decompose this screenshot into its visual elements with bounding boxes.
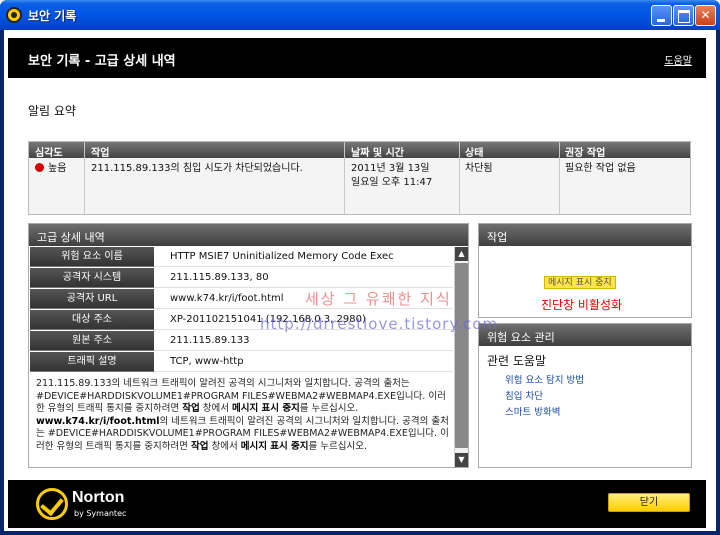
action-panel-title: 작업	[479, 224, 691, 246]
column-date-time: 날짜 및 시간	[351, 148, 404, 159]
help-link-threat-detection[interactable]: 위험 요소 탐지 방법	[505, 372, 584, 386]
detail-key: 트래픽 설명	[30, 352, 154, 372]
description-text: 창에서	[202, 403, 229, 414]
close-button[interactable]: 닫기	[608, 493, 690, 512]
title-bar[interactable]: 보안 기록 ✕	[0, 0, 720, 30]
threat-management-panel: 위험 요소 관리 관련 도움말 위험 요소 탐지 방법 침입 차단 스마트 방화…	[478, 323, 692, 468]
column-divider	[344, 142, 345, 214]
alert-table-header: 심각도 작업 날짜 및 시간 상태 권장 작업	[29, 142, 690, 159]
detail-value: HTTP MSIE7 Uninitialized Memory Code Exe…	[154, 247, 453, 267]
column-divider	[84, 142, 85, 214]
detail-key: 공격자 URL	[30, 289, 154, 309]
advanced-details-title: 고급 상세 내역	[29, 224, 468, 246]
watermark-url: http://drrestlove.tistory.com	[260, 315, 498, 333]
column-divider	[559, 142, 560, 214]
minimize-button[interactable]	[651, 5, 672, 26]
description-bold: 메시지 표시 중지	[240, 440, 309, 452]
recommended-cell: 필요한 작업 없음	[565, 163, 636, 174]
description-text: 를 누르십시오.	[308, 440, 368, 452]
advanced-details-panel: 고급 상세 내역 위험 요소 이름 HTTP MSIE7 Uninitializ…	[28, 223, 469, 468]
detail-key: 위험 요소 이름	[30, 247, 154, 267]
time-line: 일요일 오후 11:47	[351, 177, 433, 188]
alert-summary-title: 알림 요약	[28, 104, 76, 118]
scroll-up-arrow-icon[interactable]: ▲	[455, 247, 468, 261]
detail-key: 대상 주소	[30, 310, 154, 330]
detail-value: 211.115.89.133	[154, 331, 453, 351]
description-bold: 메시지 표시 중지	[232, 403, 300, 414]
alert-summary-table: 심각도 작업 날짜 및 시간 상태 권장 작업 높음 211.115.89.13…	[28, 141, 691, 215]
scroll-down-arrow-icon[interactable]: ▼	[455, 453, 468, 467]
column-divider	[459, 142, 460, 214]
column-status: 상태	[465, 148, 484, 159]
description-text: 창에서	[211, 440, 238, 452]
detail-value: TCP, www-http	[154, 352, 453, 372]
norton-checkmark-logo-icon	[36, 488, 68, 520]
task-cell: 211.115.89.133의 침입 시도가 차단되었습니다.	[91, 163, 303, 174]
status-cell: 차단됨	[465, 163, 493, 174]
column-severity: 심각도	[35, 148, 63, 159]
norton-brand-sub: by Symantec	[74, 509, 127, 518]
help-link[interactable]: 도움말	[664, 52, 692, 67]
related-help-heading: 관련 도움말	[487, 354, 547, 368]
date-line: 2011년 3월 13일	[351, 163, 430, 174]
help-link-smart-firewall[interactable]: 스마트 방화벽	[505, 404, 560, 418]
details-scrollbar[interactable]: ▲ ▼	[454, 247, 468, 467]
scroll-thumb[interactable]	[455, 263, 468, 448]
date-cell: 2011년 3월 13일 일요일 오후 11:47	[351, 162, 432, 190]
column-recommended: 권장 작업	[565, 148, 606, 159]
severity-cell: 높음	[35, 162, 66, 176]
description-text: 를 누르십시오.	[299, 403, 359, 414]
detail-key: 원본 주소	[30, 331, 154, 351]
action-panel: 작업 메시지 표시 중지 진단창 비활성화	[478, 223, 692, 318]
norton-app-icon	[6, 7, 22, 23]
detail-row-source-address: 원본 주소 211.115.89.133	[30, 331, 453, 351]
severity-value: 높음	[48, 163, 67, 174]
detail-value: 211.115.89.133, 80	[154, 268, 453, 288]
page-title: 보안 기록 - 고급 상세 내역	[28, 54, 176, 69]
norton-brand: Norton	[72, 489, 125, 506]
detail-row-attacker-system: 공격자 시스템 211.115.89.133, 80	[30, 268, 453, 288]
watermark-text: 세상 그 유쾌한 지식	[305, 290, 452, 308]
detail-row-threat-name: 위험 요소 이름 HTTP MSIE7 Uninitialized Memory…	[30, 247, 453, 267]
window-title: 보안 기록	[28, 9, 77, 23]
detail-description: 211.115.89.133의 네트워크 트래픽이 알려진 공격의 시그니처와 …	[36, 378, 450, 453]
description-bold: 작업	[182, 403, 200, 414]
detail-row-traffic: 트래픽 설명 TCP, www-http	[30, 352, 453, 372]
threat-management-title: 위험 요소 관리	[479, 324, 691, 346]
maximize-button[interactable]	[673, 5, 694, 26]
advanced-details-body: 위험 요소 이름 HTTP MSIE7 Uninitialized Memory…	[30, 247, 453, 467]
disable-diagnostics-link[interactable]: 진단창 비활성화	[541, 296, 622, 313]
description-bold: 작업	[190, 440, 209, 452]
detail-key: 공격자 시스템	[30, 268, 154, 288]
high-severity-dot-icon	[35, 163, 44, 172]
page-header: 보안 기록 - 고급 상세 내역 도움말	[8, 38, 706, 78]
alert-row[interactable]: 높음 211.115.89.133의 침입 시도가 차단되었습니다. 2011년…	[29, 158, 690, 214]
stop-notifications-button[interactable]: 메시지 표시 중지	[544, 276, 616, 289]
close-window-button[interactable]: ✕	[695, 5, 716, 26]
column-task: 작업	[91, 148, 110, 159]
description-url: www.k74.kr/i/foot.html	[36, 415, 160, 427]
help-link-intrusion-prevention[interactable]: 침입 차단	[505, 388, 543, 402]
footer-bar: Norton by Symantec 닫기	[8, 480, 706, 528]
